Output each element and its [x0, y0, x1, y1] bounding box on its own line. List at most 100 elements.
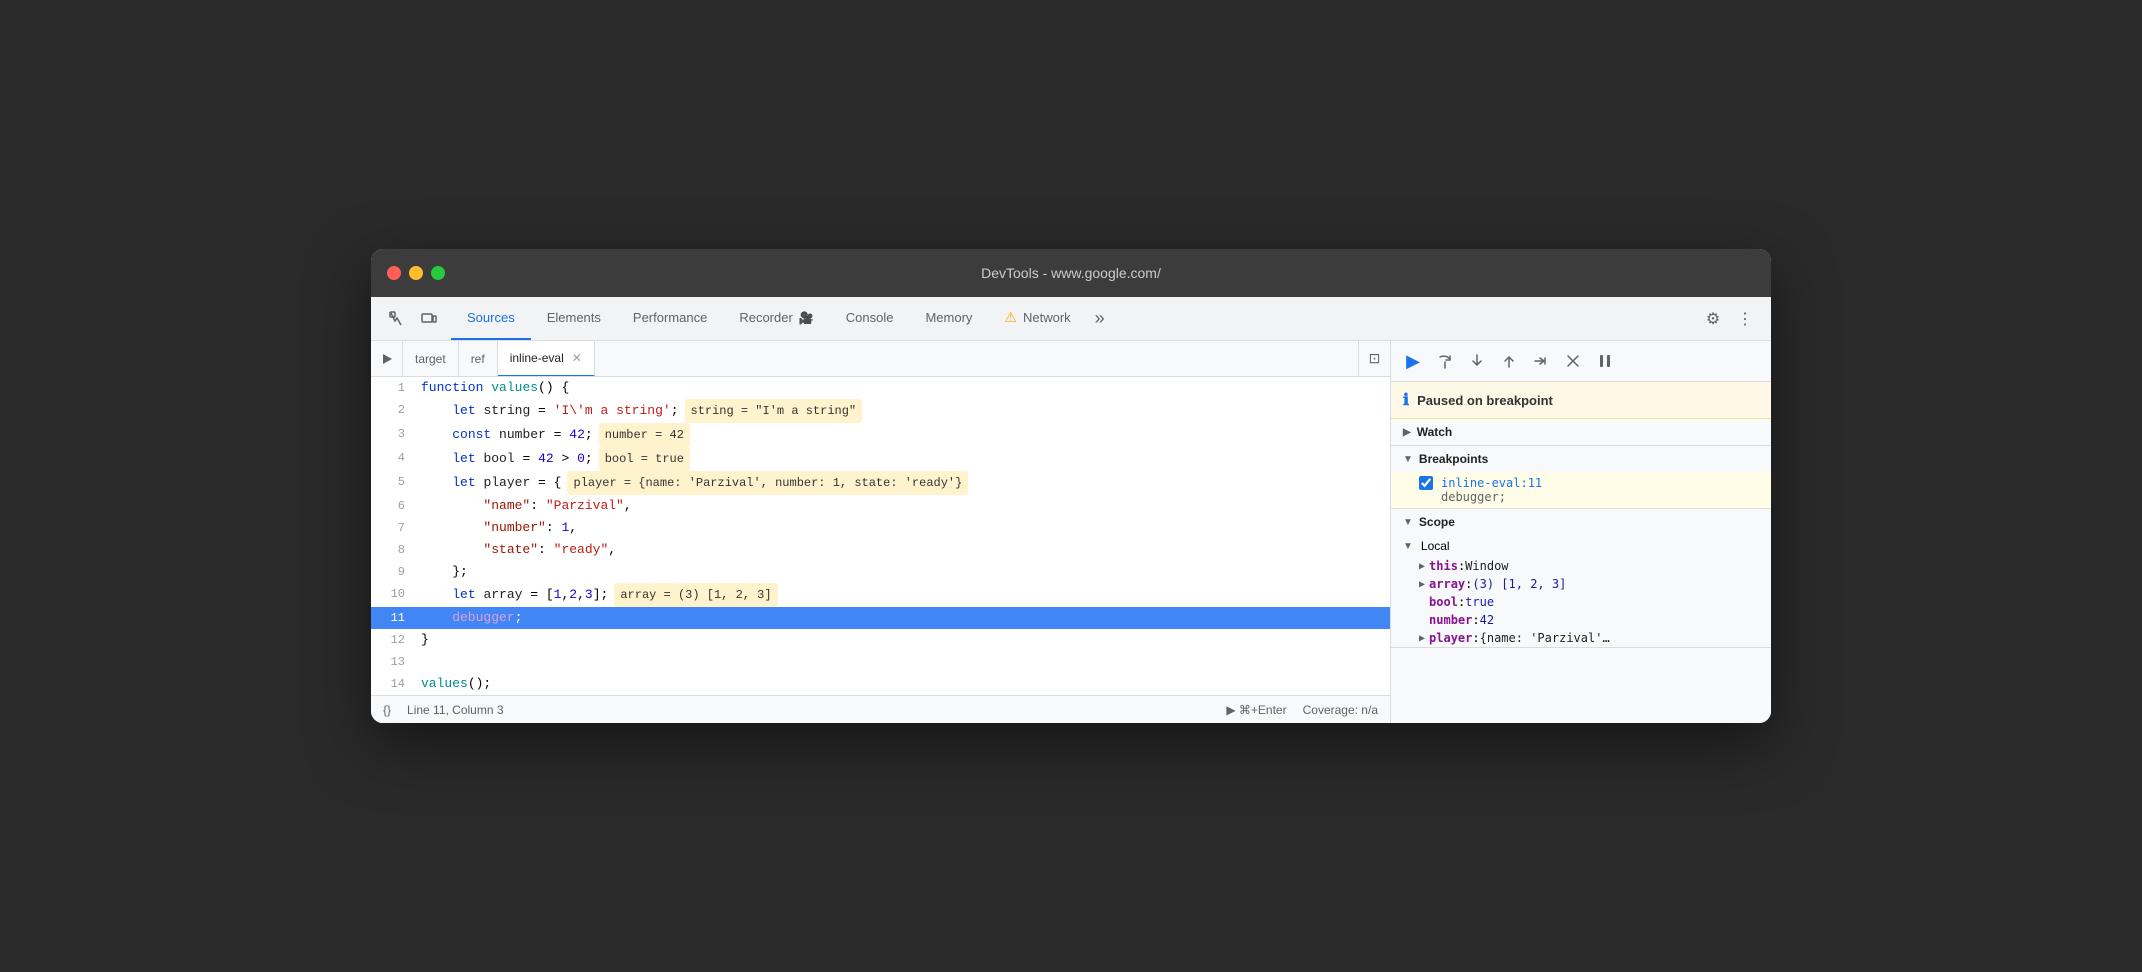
array-colon: : [1465, 577, 1472, 591]
tab-performance-label: Performance [633, 310, 707, 325]
code-editor[interactable]: 1 function values() { 2 let string = 'I\… [371, 377, 1390, 695]
line-content-5: let player = {player = {name: 'Parzival'… [421, 471, 1390, 495]
customize-devtools-icon[interactable]: ⋮ [1731, 305, 1759, 333]
paused-label: Paused on breakpoint [1417, 393, 1553, 408]
line-content-4: let bool = 42 > 0;bool = true [421, 447, 1390, 471]
line-number-4: 4 [371, 447, 421, 469]
more-tabs-button[interactable]: » [1087, 308, 1113, 329]
step-into-button[interactable] [1463, 347, 1491, 375]
main-content: target ref inline-eval ✕ ⊡ [371, 341, 1771, 723]
tab-elements[interactable]: Elements [531, 297, 617, 340]
sources-panel: target ref inline-eval ✕ ⊡ [371, 341, 1391, 723]
line-content-9: }; [421, 561, 1390, 583]
title-bar: DevTools - www.google.com/ [371, 249, 1771, 297]
this-value: Window [1465, 559, 1508, 573]
local-expand-icon: ▼ [1403, 541, 1413, 552]
step-over-button[interactable] [1431, 347, 1459, 375]
code-line-3: 3 const number = 42;number = 42 [371, 423, 1390, 447]
tab-sources-label: Sources [467, 310, 515, 325]
breakpoints-triangle-icon: ▼ [1403, 454, 1413, 465]
this-key: this [1429, 559, 1458, 573]
tab-network[interactable]: ⚠ Network [988, 297, 1086, 340]
minimize-button[interactable] [409, 266, 423, 280]
settings-icon[interactable]: ⚙ [1699, 305, 1727, 333]
line-content-7: "number": 1, [421, 517, 1390, 539]
tab-recorder-label: Recorder [739, 310, 792, 325]
window-title: DevTools - www.google.com/ [981, 265, 1161, 281]
file-tab-target[interactable]: target [403, 341, 459, 377]
code-line-14: 14 values(); [371, 673, 1390, 695]
line-content-3: const number = 42;number = 42 [421, 423, 1390, 447]
scope-prop-player[interactable]: ▶ player : {name: 'Parzival'… [1391, 629, 1771, 647]
scope-section-header[interactable]: ▼ Scope [1391, 509, 1771, 535]
player-value: {name: 'Parzival'… [1480, 631, 1610, 645]
breakpoints-label: Breakpoints [1419, 452, 1488, 466]
tab-sources[interactable]: Sources [451, 297, 531, 340]
bool-value: true [1465, 595, 1494, 609]
run-button[interactable]: ▶ ⌘+Enter [1226, 703, 1286, 717]
top-tab-bar: Sources Elements Performance Recorder 🎥 … [371, 297, 1771, 341]
file-tab-run-icon[interactable] [371, 341, 403, 377]
maximize-button[interactable] [431, 266, 445, 280]
tab-bar-left-icons [375, 305, 451, 333]
array-key: array [1429, 577, 1465, 591]
line-content-8: "state": "ready", [421, 539, 1390, 561]
breakpoint-item-1: inline-eval:11 debugger; [1391, 472, 1771, 508]
scope-prop-this[interactable]: ▶ this : Window [1391, 557, 1771, 575]
file-tab-ref[interactable]: ref [459, 341, 498, 377]
tab-performance[interactable]: Performance [617, 297, 723, 340]
local-scope-label: Local [1421, 539, 1450, 553]
close-tab-icon[interactable]: ✕ [572, 351, 582, 365]
breakpoints-section: ▼ Breakpoints inline-eval:11 debugger; [1391, 446, 1771, 509]
deactivate-breakpoints-button[interactable] [1559, 347, 1587, 375]
close-button[interactable] [387, 266, 401, 280]
number-value: 42 [1480, 613, 1494, 627]
tab-memory[interactable]: Memory [909, 297, 988, 340]
devtools-body: Sources Elements Performance Recorder 🎥 … [371, 297, 1771, 723]
code-line-13: 13 [371, 651, 1390, 673]
tab-memory-label: Memory [925, 310, 972, 325]
coverage-label: Coverage: n/a [1303, 703, 1378, 717]
bool-colon: : [1458, 595, 1465, 609]
inspect-element-icon[interactable] [383, 305, 411, 333]
line-content-11: debugger; [421, 607, 1390, 629]
breakpoints-section-header[interactable]: ▼ Breakpoints [1391, 446, 1771, 472]
number-key: number [1429, 613, 1472, 627]
tab-console[interactable]: Console [830, 297, 910, 340]
cursor-position: Line 11, Column 3 [407, 703, 504, 717]
scope-prop-array[interactable]: ▶ array : (3) [1, 2, 3] [1391, 575, 1771, 593]
line-content-1: function values() { [421, 377, 1390, 399]
local-scope-group[interactable]: ▼ Local [1391, 535, 1771, 557]
pause-on-exceptions-button[interactable] [1591, 347, 1619, 375]
watch-section-header[interactable]: ▶ Watch [1391, 419, 1771, 445]
code-line-1: 1 function values() { [371, 377, 1390, 399]
watch-triangle-icon: ▶ [1403, 427, 1411, 438]
status-bar-right: ▶ ⌘+Enter Coverage: n/a [1226, 703, 1378, 717]
warning-icon: ⚠ [1004, 309, 1017, 326]
breakpoint-file-label: inline-eval:11 [1441, 476, 1542, 490]
tab-recorder[interactable]: Recorder 🎥 [723, 297, 829, 340]
player-colon: : [1472, 631, 1479, 645]
code-line-5: 5 let player = {player = {name: 'Parziva… [371, 471, 1390, 495]
device-toggle-icon[interactable] [415, 305, 443, 333]
this-expand-icon: ▶ [1419, 561, 1425, 572]
step-out-button[interactable] [1495, 347, 1523, 375]
tab-bar-right-icons: ⚙ ⋮ [1691, 305, 1767, 333]
code-line-11: 11 debugger; [371, 607, 1390, 629]
paused-notice: ℹ Paused on breakpoint [1391, 382, 1771, 419]
file-tab-inline-eval[interactable]: inline-eval ✕ [498, 341, 595, 377]
code-line-2: 2 let string = 'I\'m a string';string = … [371, 399, 1390, 423]
file-tab-ref-label: ref [471, 352, 485, 366]
split-editor-icon[interactable]: ⊡ [1358, 341, 1390, 377]
breakpoint-code-label: debugger; [1441, 490, 1759, 504]
line-number-13: 13 [371, 651, 421, 673]
breakpoint-checkbox[interactable] [1419, 476, 1433, 490]
scope-label: Scope [1419, 515, 1455, 529]
resume-button[interactable]: ▶︎ [1399, 347, 1427, 375]
format-icon[interactable]: {} [383, 703, 391, 717]
step-button[interactable] [1527, 347, 1555, 375]
file-tab-inline-eval-label: inline-eval [510, 351, 564, 365]
array-value: (3) [1, 2, 3] [1472, 577, 1566, 591]
line-content-6: "name": "Parzival", [421, 495, 1390, 517]
line-content-14: values(); [421, 673, 1390, 695]
